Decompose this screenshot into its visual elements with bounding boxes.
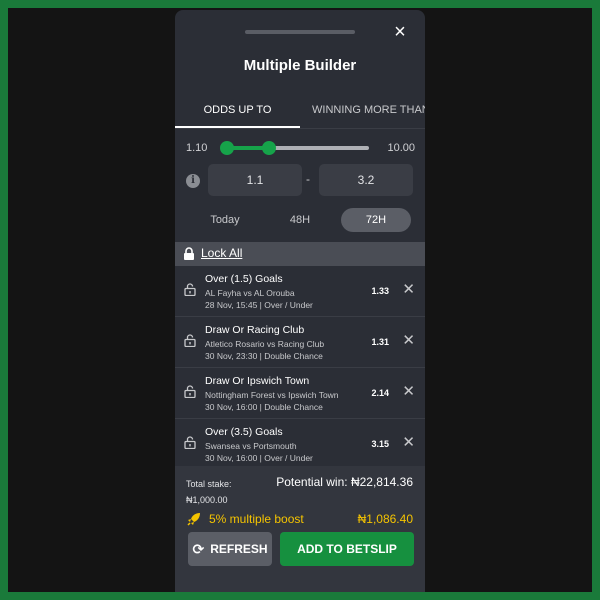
close-icon[interactable]: × bbox=[391, 22, 409, 42]
slider-min-label: 1.10 bbox=[186, 142, 208, 154]
lock-all-bar[interactable]: Lock All bbox=[175, 242, 425, 266]
tab-odds-up-to[interactable]: ODDS UP TO bbox=[175, 92, 300, 128]
bet-match: Atletico Rosario vs Racing Club bbox=[205, 339, 325, 349]
time-filter-72h[interactable]: 72H bbox=[341, 208, 411, 232]
time-filter-48h[interactable]: 48H bbox=[270, 208, 330, 232]
slider-thumb-low[interactable] bbox=[220, 141, 234, 155]
total-stake-value: ₦1,000.00 bbox=[186, 495, 228, 505]
bet-row: Draw Or Racing Club Atletico Rosario vs … bbox=[175, 317, 425, 368]
bet-odds: 1.31 bbox=[371, 337, 389, 347]
odds-slider-row: 1.10 10.00 bbox=[175, 132, 425, 164]
refresh-icon: ⟳ bbox=[192, 541, 205, 557]
bet-details: 30 Nov, 16:00 | Over / Under bbox=[205, 453, 313, 463]
bet-odds: 3.15 bbox=[371, 439, 389, 449]
bet-row: Draw Or Ipswich Town Nottingham Forest v… bbox=[175, 368, 425, 419]
bet-details: 28 Nov, 15:45 | Over / Under bbox=[205, 300, 313, 310]
unlock-icon[interactable] bbox=[183, 435, 197, 449]
time-filter: Today 48H 72H bbox=[175, 208, 425, 234]
rocket-icon bbox=[187, 513, 200, 526]
max-odds-field[interactable]: 3.2 bbox=[319, 164, 413, 196]
remove-bet-icon[interactable]: ✕ bbox=[402, 282, 415, 297]
unlock-icon[interactable] bbox=[183, 333, 197, 347]
sheet-title: Multiple Builder bbox=[243, 57, 357, 74]
lock-icon bbox=[184, 247, 194, 260]
multiple-boost-label: 5% multiple boost bbox=[209, 512, 304, 526]
total-stake-label: Total stake: bbox=[186, 479, 232, 489]
odds-slider-track[interactable] bbox=[220, 141, 369, 155]
unlock-icon[interactable] bbox=[183, 384, 197, 398]
range-separator: - bbox=[306, 172, 310, 186]
multiple-boost-value: ₦1,086.40 bbox=[357, 512, 413, 526]
info-icon[interactable]: i bbox=[186, 174, 200, 188]
remove-bet-icon[interactable]: ✕ bbox=[402, 384, 415, 399]
bet-selection: Draw Or Racing Club bbox=[205, 324, 305, 336]
betslip-footer: Total stake: ₦1,000.00 Potential win: ₦2… bbox=[175, 466, 425, 592]
bet-odds: 1.33 bbox=[371, 286, 389, 296]
odds-range-row: i 1.1 - 3.2 bbox=[175, 164, 425, 198]
unlock-icon[interactable] bbox=[183, 282, 197, 296]
bet-details: 30 Nov, 16:00 | Double Chance bbox=[205, 402, 323, 412]
time-filter-today[interactable]: Today bbox=[195, 208, 255, 232]
remove-bet-icon[interactable]: ✕ bbox=[402, 435, 415, 450]
bet-match: AL Fayha vs AL Orouba bbox=[205, 288, 295, 298]
bet-row: Over (1.5) Goals AL Fayha vs AL Orouba 2… bbox=[175, 266, 425, 317]
refresh-button[interactable]: ⟳ REFRESH bbox=[188, 532, 272, 566]
potential-win: Potential win: ₦22,814.36 bbox=[276, 475, 413, 489]
slider-thumb-high[interactable] bbox=[262, 141, 277, 155]
min-odds-field[interactable]: 1.1 bbox=[208, 164, 302, 196]
bet-details: 30 Nov, 23:30 | Double Chance bbox=[205, 351, 323, 361]
bet-selection: Over (3.5) Goals bbox=[205, 426, 283, 438]
bet-match: Swansea vs Portsmouth bbox=[205, 441, 297, 451]
bet-match: Nottingham Forest vs Ipswich Town bbox=[205, 390, 339, 400]
add-to-betslip-button[interactable]: ADD TO BETSLIP bbox=[280, 532, 414, 566]
slider-max-label: 10.00 bbox=[387, 142, 415, 154]
bet-row: Over (3.5) Goals Swansea vs Portsmouth 3… bbox=[175, 419, 425, 470]
drag-handle[interactable] bbox=[245, 30, 355, 34]
tab-winning-more-than[interactable]: WINNING MORE THAN bbox=[312, 92, 425, 128]
lock-all-label[interactable]: Lock All bbox=[201, 246, 242, 260]
bet-odds: 2.14 bbox=[371, 388, 389, 398]
bet-selection: Draw Or Ipswich Town bbox=[205, 375, 310, 387]
multiple-builder-sheet: × Multiple Builder ODDS UP TO WINNING MO… bbox=[175, 10, 425, 592]
remove-bet-icon[interactable]: ✕ bbox=[402, 333, 415, 348]
bet-selection: Over (1.5) Goals bbox=[205, 273, 283, 285]
refresh-label: REFRESH bbox=[210, 542, 268, 556]
tab-bar: ODDS UP TO WINNING MORE THAN bbox=[175, 92, 425, 129]
